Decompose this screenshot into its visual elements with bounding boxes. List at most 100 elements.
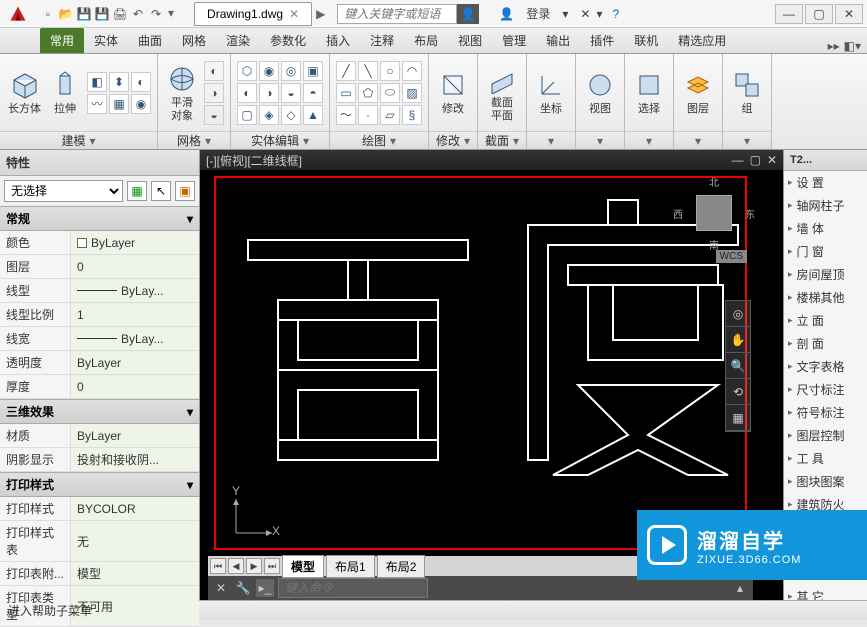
- qat-new-icon[interactable]: ▫: [40, 6, 56, 22]
- loft-icon[interactable]: ▦: [109, 94, 129, 114]
- login-dropdown-icon[interactable]: ▾: [562, 7, 568, 21]
- panel-dropdown-icon[interactable]: ▾: [597, 134, 603, 148]
- right-item[interactable]: ▸符号标注: [784, 401, 867, 424]
- collapse-icon[interactable]: ▾: [187, 478, 193, 492]
- right-item[interactable]: ▸楼梯其他: [784, 286, 867, 309]
- se7-icon[interactable]: ◒: [281, 83, 301, 103]
- right-item[interactable]: ▸文字表格: [784, 355, 867, 378]
- panel-dropdown-icon[interactable]: ▾: [513, 134, 519, 148]
- select-button[interactable]: 选择: [631, 67, 667, 117]
- command-close-icon[interactable]: ✕: [212, 579, 230, 597]
- prop-value[interactable]: 无: [70, 521, 199, 562]
- help-dropdown-icon[interactable]: ▾: [596, 7, 602, 21]
- layout-last-icon[interactable]: ⏭: [264, 558, 280, 574]
- collapse-icon[interactable]: ▾: [187, 405, 193, 419]
- minimize-button[interactable]: —: [775, 4, 803, 24]
- pline-icon[interactable]: ╲: [358, 61, 378, 81]
- panel-dropdown-icon[interactable]: ▾: [205, 134, 211, 148]
- prop-value[interactable]: 模型: [70, 562, 199, 586]
- help-icon[interactable]: ?: [612, 7, 619, 21]
- union-icon[interactable]: ◉: [131, 94, 151, 114]
- layout-next-icon[interactable]: ▶: [246, 558, 262, 574]
- line-icon[interactable]: ╱: [336, 61, 356, 81]
- mesh-tool1-icon[interactable]: ◐: [204, 61, 224, 81]
- wcs-badge[interactable]: WCS: [716, 250, 747, 263]
- extrude-button[interactable]: 拉伸: [47, 67, 83, 117]
- prop-value[interactable]: ByLayer: [70, 351, 199, 375]
- selection-dropdown[interactable]: 无选择: [4, 180, 123, 202]
- ribbon-tab-render[interactable]: 渲染: [216, 28, 260, 53]
- se8-icon[interactable]: ◓: [303, 83, 323, 103]
- hatch-icon[interactable]: ▨: [402, 83, 422, 103]
- view-button[interactable]: 视图: [582, 67, 618, 117]
- se5-icon[interactable]: ◐: [237, 83, 257, 103]
- tab-nav-icon[interactable]: ▶: [316, 7, 325, 21]
- prop-value[interactable]: ByLay...: [70, 279, 199, 303]
- panel-dropdown-icon[interactable]: ▾: [548, 134, 554, 148]
- se2-icon[interactable]: ◉: [259, 61, 279, 81]
- revolve-icon[interactable]: ◐: [131, 72, 151, 92]
- right-item[interactable]: ▸房间屋顶: [784, 263, 867, 286]
- right-item[interactable]: ▸剖 面: [784, 332, 867, 355]
- ribbon-tab-solid[interactable]: 实体: [84, 28, 128, 53]
- nav-showmotion-icon[interactable]: ▦: [726, 405, 750, 431]
- qat-open-icon[interactable]: 📂: [58, 6, 74, 22]
- command-expand-icon[interactable]: ▴: [731, 579, 749, 597]
- compass-west[interactable]: 西: [673, 206, 683, 221]
- nav-wheel-icon[interactable]: ◎: [726, 301, 750, 327]
- se9-icon[interactable]: ▢: [237, 105, 257, 125]
- group-button[interactable]: 组: [729, 67, 765, 117]
- right-item[interactable]: ▸轴网柱子: [784, 194, 867, 217]
- prop-value[interactable]: 投射和接收阴...: [70, 448, 199, 472]
- right-item[interactable]: ▸尺寸标注: [784, 378, 867, 401]
- ribbon-tab-manage[interactable]: 管理: [492, 28, 536, 53]
- panel-dropdown-icon[interactable]: ▾: [646, 134, 652, 148]
- search-icon[interactable]: 👤: [457, 4, 479, 24]
- prop-value[interactable]: ByLayer: [70, 231, 199, 255]
- ribbon-tab-parametric[interactable]: 参数化: [260, 28, 316, 53]
- se10-icon[interactable]: ◈: [259, 105, 279, 125]
- presspull-icon[interactable]: ⬍: [109, 72, 129, 92]
- search-input[interactable]: [337, 4, 457, 24]
- panel-dropdown-icon[interactable]: ▾: [464, 134, 470, 148]
- layout-tab-1[interactable]: 布局1: [326, 555, 375, 578]
- ribbon-tab-view[interactable]: 视图: [448, 28, 492, 53]
- polysolid-icon[interactable]: ◧: [87, 72, 107, 92]
- sweep-icon[interactable]: 〰: [87, 94, 107, 114]
- vp-minimize-icon[interactable]: —: [732, 153, 744, 167]
- qat-undo-icon[interactable]: ↶: [130, 6, 146, 22]
- arc-icon[interactable]: ◠: [402, 61, 422, 81]
- ribbon-tab-layout[interactable]: 布局: [404, 28, 448, 53]
- app-icon[interactable]: [4, 2, 32, 26]
- nav-orbit-icon[interactable]: ⟲: [726, 379, 750, 405]
- document-tab[interactable]: Drawing1.dwg ✕: [194, 2, 312, 26]
- right-item[interactable]: ▸图块图案: [784, 470, 867, 493]
- nav-zoom-icon[interactable]: 🔍: [726, 353, 750, 379]
- pickadd-icon[interactable]: ▣: [175, 181, 195, 201]
- right-item[interactable]: ▸门 窗: [784, 240, 867, 263]
- exchange-icon[interactable]: ✕: [580, 7, 590, 21]
- maximize-button[interactable]: ▢: [805, 4, 833, 24]
- login-button[interactable]: 登录: [520, 3, 556, 24]
- coords-button[interactable]: 坐标: [533, 67, 569, 117]
- right-item[interactable]: ▸设 置: [784, 171, 867, 194]
- nav-pan-icon[interactable]: ✋: [726, 327, 750, 353]
- layer-button[interactable]: 图层: [680, 67, 716, 117]
- prop-value[interactable]: ByLayer: [70, 424, 199, 448]
- se3-icon[interactable]: ◎: [281, 61, 301, 81]
- viewcube[interactable]: 北 南 西 东: [679, 178, 749, 248]
- section-plot-style[interactable]: 打印样式▾: [0, 472, 199, 497]
- panel-dropdown-icon[interactable]: ▾: [695, 134, 701, 148]
- right-item[interactable]: ▸其 它: [784, 585, 867, 600]
- se4-icon[interactable]: ▣: [303, 61, 323, 81]
- smooth-object-button[interactable]: 平滑 对象: [164, 61, 200, 123]
- viewcube-face[interactable]: [696, 195, 732, 231]
- ribbon-tab-featured[interactable]: 精选应用: [668, 28, 736, 53]
- right-item[interactable]: ▸图层控制: [784, 424, 867, 447]
- section-plane-button[interactable]: 截面 平面: [484, 61, 520, 123]
- mesh-tool3-icon[interactable]: ◒: [204, 105, 224, 125]
- ribbon-tab-plugins[interactable]: 插件: [580, 28, 624, 53]
- prop-value[interactable]: BYCOLOR: [70, 497, 199, 521]
- compass-north[interactable]: 北: [709, 174, 719, 189]
- qat-save-icon[interactable]: 💾: [76, 6, 92, 22]
